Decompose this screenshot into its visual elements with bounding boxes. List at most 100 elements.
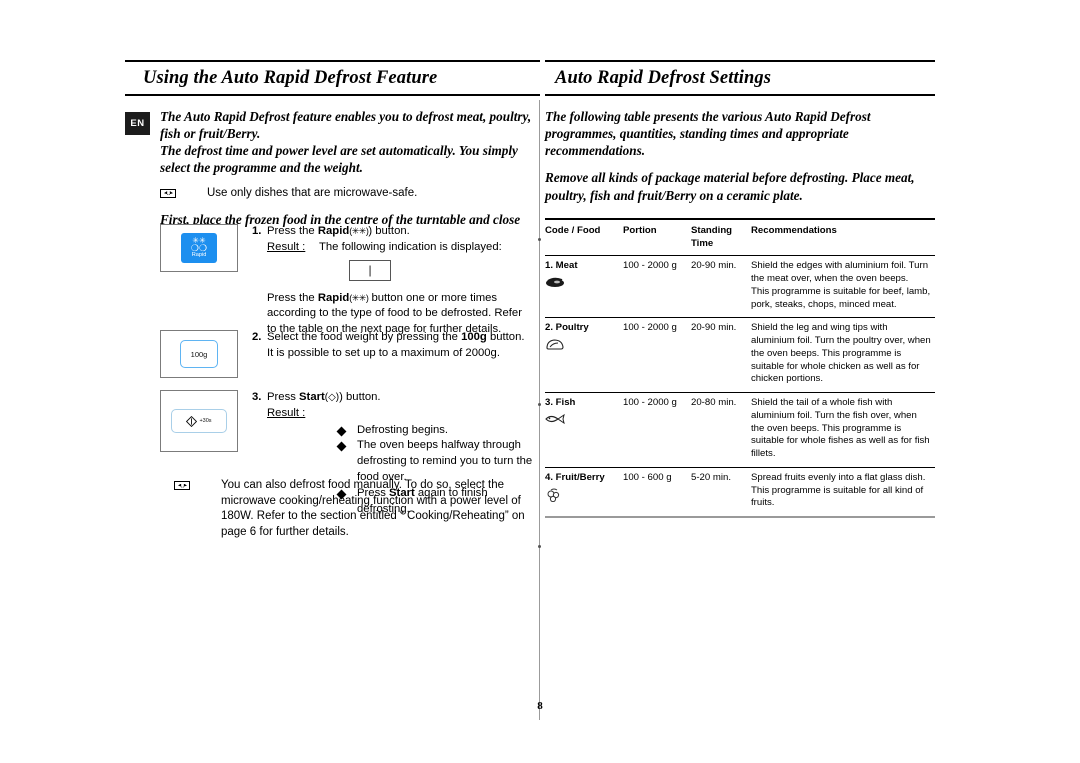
note-manual-defrost: You can also defrost food manually. To d… <box>174 478 540 540</box>
column-divider <box>539 100 540 720</box>
page-title-right: Auto Rapid Defrost Settings <box>555 68 772 88</box>
step-2-instruction: Select the food weight by pressing the 1… <box>267 331 525 343</box>
step-1-result-text: The following indication is displayed: <box>319 240 502 253</box>
cell-recommendations-2: Shield the leg and wing tips with alumin… <box>751 317 935 394</box>
start-button-icon[interactable]: +30s <box>171 409 227 433</box>
manual-page: EN Using the Auto Rapid Defrost Feature … <box>0 0 1080 763</box>
poultry-icon <box>545 338 619 356</box>
food-label-fish: 3. Fish <box>545 397 576 409</box>
table-row: 3. Fish 100 - 2000 g 20-80 min. Shield t… <box>545 392 935 468</box>
column-header-standing-time: Standing Time <box>691 217 751 257</box>
microwave-safe-icon <box>160 188 176 198</box>
rapid-button-label: Rapid <box>191 252 207 259</box>
cell-food-1: 1. Meat <box>545 255 623 319</box>
cell-food-4: 4. Fruit/Berry <box>545 467 623 519</box>
step-1-followup-bold: Rapid <box>317 291 350 304</box>
step-2-bold-100g: 100g <box>461 331 487 343</box>
step-1-bold-rapid: Rapid <box>317 225 350 237</box>
rapid-inline-glyph-2: (✳✳) <box>349 292 369 303</box>
step-3-instruction: Press Start(◇)) button. <box>267 391 381 403</box>
column-header-standing-time-l1: Standing <box>691 224 733 236</box>
table-row: 4. Fruit/Berry 100 - 600 g 5-20 min. Spr… <box>545 467 935 519</box>
column-header-standing-time-l2: Time <box>691 237 714 249</box>
display-indication-box: | <box>349 259 391 281</box>
column-header-recommendations: Recommendations <box>751 217 935 257</box>
table-body: 1. Meat 100 - 2000 g 20-90 min. Shield t… <box>545 255 935 519</box>
start-inline-glyph: (◇) <box>324 392 340 403</box>
note-microwave-safe: Use only dishes that are microwave-safe. <box>160 186 540 202</box>
cell-recommendations-3: Shield the tail of a whole fish with alu… <box>751 392 935 468</box>
step-1-button-panel: ✳✳ ❍❍ Rapid <box>160 224 238 272</box>
step-1-instruction: Press the Rapid(✳✳)) button. <box>267 225 410 237</box>
cell-time-3: 20-80 min. <box>691 392 751 468</box>
right-intro-paragraph-2: Remove all kinds of package material bef… <box>545 170 915 203</box>
note-microwave-safe-text: Use only dishes that are microwave-safe. <box>207 186 418 199</box>
start-diamond-icon <box>186 415 198 427</box>
step-1-result-label: Result : <box>267 240 306 253</box>
note-manual-defrost-text: You can also defrost food manually. To d… <box>221 479 525 538</box>
step-1-body: 1. Press the Rapid(✳✳)) button. Result :… <box>252 224 534 338</box>
diamond-bullet-icon <box>336 441 347 452</box>
left-intro: The Auto Rapid Defrost feature enables y… <box>160 108 540 177</box>
step-1-number: 1. <box>252 225 262 237</box>
table-header: Code / Food Portion Standing Time Recomm… <box>545 217 935 257</box>
cell-recommendations-4: Spread fruits evenly into a flat glass d… <box>751 467 935 519</box>
binding-dot <box>538 545 541 548</box>
column-header-portion: Portion <box>623 217 691 257</box>
step-2-button-panel: 100g <box>160 330 238 378</box>
cell-portion-1: 100 - 2000 g <box>623 255 691 319</box>
binding-dot <box>538 238 541 241</box>
column-header-food: Code / Food <box>545 217 623 257</box>
left-intro-paragraph-1: The Auto Rapid Defrost feature enables y… <box>160 109 532 142</box>
language-tab-en: EN <box>125 112 150 135</box>
rapid-inline-glyph: (✳✳) <box>349 226 369 236</box>
cell-time-2: 20-90 min. <box>691 317 751 394</box>
food-label-meat: 1. Meat <box>545 260 578 272</box>
cell-food-2: 2. Poultry <box>545 317 623 394</box>
heading-rule-bottom-right <box>545 94 935 96</box>
right-intro: The following table presents the various… <box>545 108 935 204</box>
defrost-settings-table: Code / Food Portion Standing Time Recomm… <box>545 217 935 519</box>
heading-rule-bottom <box>125 94 540 96</box>
food-label-fruit-berry: 4. Fruit/Berry <box>545 471 605 483</box>
fish-icon <box>545 413 619 430</box>
berry-icon <box>545 488 619 507</box>
step-2-instruction-2: It is possible to set up to a maximum of… <box>267 346 500 359</box>
weight-100g-button-icon[interactable]: 100g <box>180 340 218 368</box>
step-2-number: 2. <box>252 331 262 343</box>
food-label-poultry: 2. Poultry <box>545 322 589 334</box>
rapid-button-icon[interactable]: ✳✳ ❍❍ Rapid <box>181 233 217 263</box>
binding-dot <box>538 403 541 406</box>
result-bullet-1: Defrosting begins. <box>336 423 534 439</box>
step-2-body: 2. Select the food weight by pressing th… <box>252 330 534 378</box>
left-intro-paragraph-2: The defrost time and power level are set… <box>160 143 518 176</box>
table-row: 2. Poultry 100 - 2000 g 20-90 min. Shiel… <box>545 317 935 394</box>
page-number: 8 <box>537 700 543 712</box>
microwave-safe-icon-2 <box>174 481 190 490</box>
step-1: ✳✳ ❍❍ Rapid 1. Press the Rapid(✳✳)) butt… <box>160 224 540 338</box>
cell-food-3: 3. Fish <box>545 392 623 468</box>
cell-portion-4: 100 - 600 g <box>623 467 691 519</box>
step-2: 100g 2. Select the food weight by pressi… <box>160 330 540 378</box>
cell-time-1: 20-90 min. <box>691 255 751 319</box>
table-row: 1. Meat 100 - 2000 g 20-90 min. Shield t… <box>545 255 935 319</box>
diamond-bullet-icon <box>336 426 347 437</box>
step-1-result-row: Result : The following indication is disp… <box>267 240 534 256</box>
start-button-label: +30s <box>199 418 212 424</box>
cell-portion-2: 100 - 2000 g <box>623 317 691 394</box>
page-title-left: Using the Auto Rapid Defrost Feature <box>143 68 438 88</box>
right-column: Auto Rapid Defrost Settings The followin… <box>545 60 935 519</box>
step-3-result-row: Result : <box>267 406 534 422</box>
cell-recommendations-1: Shield the edges with aluminium foil. Tu… <box>751 255 935 319</box>
cell-portion-3: 100 - 2000 g <box>623 392 691 468</box>
step-3-bold-start: Start <box>299 391 325 403</box>
meat-icon <box>545 276 619 293</box>
right-intro-paragraph-1: The following table presents the various… <box>545 109 871 159</box>
step-3-result-label: Result : <box>267 406 306 419</box>
step-3-number: 3. <box>252 391 262 403</box>
step-3-button-panel: +30s <box>160 390 238 452</box>
cell-time-4: 5-20 min. <box>691 467 751 519</box>
left-column: EN Using the Auto Rapid Defrost Feature … <box>125 60 540 245</box>
table-header-row: Code / Food Portion Standing Time Recomm… <box>545 217 935 257</box>
result-bullet-1-text: Defrosting begins. <box>357 423 449 436</box>
